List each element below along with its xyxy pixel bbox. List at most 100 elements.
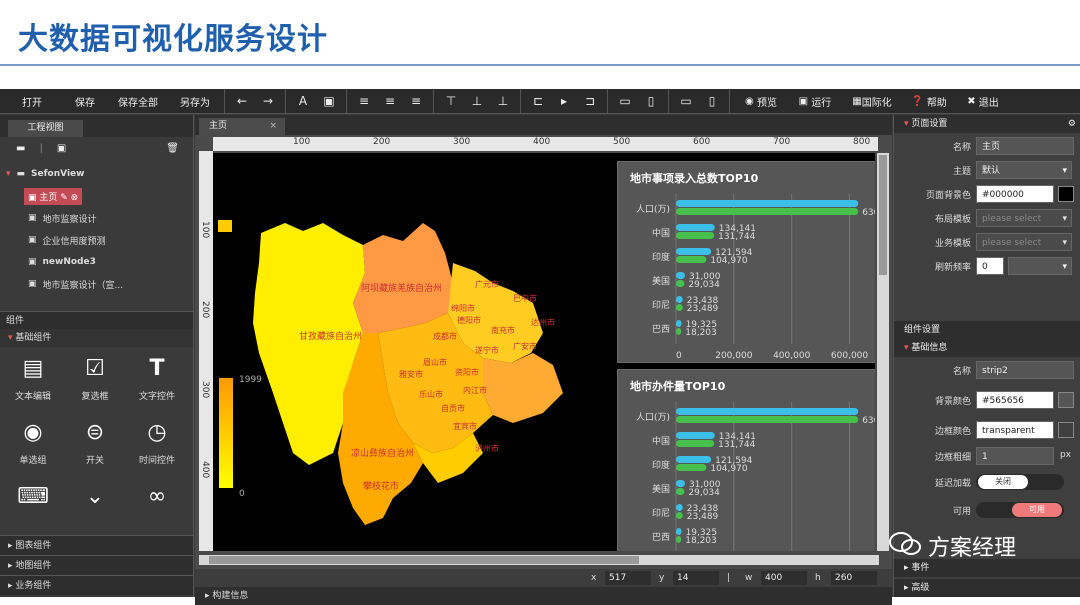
component-text[interactable]: T 文字控件: [126, 355, 188, 419]
ungroup-icon[interactable]: ▯: [699, 89, 725, 114]
tab-home[interactable]: 主页 ×: [199, 118, 285, 135]
help-button[interactable]: ❓ 帮助: [902, 89, 956, 114]
run-button[interactable]: ▣ 运行: [788, 89, 842, 114]
components-header: 组件: [0, 311, 193, 329]
page-settings-header[interactable]: ▾ 页面设置 ⚙: [894, 115, 1080, 133]
page-icon[interactable]: ▣: [57, 143, 66, 154]
theme-select[interactable]: 默认 ▾: [976, 161, 1072, 179]
basic-components-header[interactable]: ▾ 基础组件: [0, 329, 193, 347]
comp-bg-input[interactable]: #565656: [976, 391, 1054, 409]
color-swatch[interactable]: [1058, 422, 1074, 438]
scroll-thumb[interactable]: [879, 155, 887, 275]
undo-icon[interactable]: ←: [229, 89, 255, 114]
exit-button[interactable]: ✖ 退出: [956, 89, 1010, 114]
tree-item[interactable]: ▣ 企业信用度预测: [6, 229, 193, 251]
w-label: w: [745, 573, 753, 583]
w-field[interactable]: 400: [761, 571, 807, 585]
biz-template-select[interactable]: please select ▾: [976, 233, 1072, 251]
chart-panel-1[interactable]: 地市事项录入总数TOP10 人口(万) 630 中国 134,141 131,744 印度…: [617, 161, 875, 363]
component-radio[interactable]: ◉ 单选组: [2, 419, 64, 483]
x-field[interactable]: 517: [605, 571, 651, 585]
gear-icon[interactable]: ⚙: [1068, 115, 1076, 133]
bg-color-icon[interactable]: ▣: [316, 89, 342, 114]
close-icon[interactable]: ×: [269, 118, 277, 135]
page-bg-input[interactable]: #000000: [976, 185, 1054, 203]
x-tick-label: 200,000: [715, 351, 752, 361]
ruler-tick: 600: [693, 137, 711, 147]
same-height-icon[interactable]: ▯: [638, 89, 664, 114]
field-label: 边框颜色: [934, 427, 971, 437]
chart-components-section[interactable]: ▸ 图表组件: [0, 535, 193, 555]
distribute-h-icon[interactable]: ⊏: [525, 89, 551, 114]
save-as-button[interactable]: 另存为: [170, 89, 220, 114]
ruler-tick: 300: [453, 137, 471, 147]
design-area: 主页 × 100 200 300 400 500 600 700 800 100 …: [195, 115, 892, 605]
scroll-thumb[interactable]: [209, 556, 639, 564]
component-switch[interactable]: ⊜ 开关: [64, 419, 126, 483]
component-time[interactable]: ◷ 时间控件: [126, 419, 188, 483]
tree-root-label: SefonView: [31, 169, 85, 179]
y-field[interactable]: 14: [673, 571, 719, 585]
save-all-button[interactable]: 保存全部: [106, 89, 170, 114]
save-button[interactable]: 保存: [64, 89, 106, 114]
same-width-icon[interactable]: ▭: [612, 89, 638, 114]
tab-project-view[interactable]: 工程视图: [8, 120, 83, 137]
layout-template-select[interactable]: please select ▾: [976, 209, 1072, 227]
component-text-edit[interactable]: ▤ 文本编辑: [2, 355, 64, 419]
build-info-section[interactable]: ▸ 构建信息: [195, 587, 892, 605]
bar: [676, 528, 682, 535]
horizontal-scrollbar[interactable]: [199, 555, 879, 565]
tree-item-label: ▣ 主页 ✎ ⊗: [24, 187, 83, 205]
comp-name-input[interactable]: strip2: [976, 361, 1074, 379]
tree-item[interactable]: ▣ newNode3: [6, 251, 193, 273]
field-label: 边框粗细: [934, 453, 971, 463]
open-button[interactable]: 打开: [0, 89, 64, 114]
preview-button[interactable]: ◉ 预览: [734, 89, 788, 114]
advanced-section[interactable]: ▸ 高级: [894, 579, 1080, 597]
align-middle-icon[interactable]: ⊥: [464, 89, 490, 114]
align-top-icon[interactable]: ⊤: [438, 89, 464, 114]
page-bg-row: 页面背景色 #000000: [894, 183, 1080, 205]
page-icon: ▣: [28, 213, 37, 223]
align-center-icon[interactable]: ≡: [377, 89, 403, 114]
distribute-icon[interactable]: ⊐: [577, 89, 603, 114]
sichuan-map[interactable]: 阿坝藏族羌族自治州 甘孜藏族自治州 凉山彝族自治州 攀枝花市 广元市 巴中市 绵…: [213, 153, 623, 551]
enabled-toggle[interactable]: 可用: [976, 502, 1064, 518]
refresh-stepper[interactable]: 0: [976, 257, 1004, 275]
align-right-icon[interactable]: ≡: [403, 89, 429, 114]
map-region-east[interactable]: [483, 353, 563, 423]
distribute-v-icon[interactable]: ▸: [551, 89, 577, 114]
align-left-icon[interactable]: ≡: [351, 89, 377, 114]
chart-panel-2[interactable]: 地市办件量TOP10 人口(万) 630 中国 134,141 131,744 印度 121…: [617, 369, 875, 551]
refresh-unit-select[interactable]: ▾: [1008, 257, 1072, 275]
redo-icon[interactable]: →: [255, 89, 281, 114]
vertical-scrollbar[interactable]: [877, 153, 889, 551]
business-components-section[interactable]: ▸ 业务组件: [0, 575, 193, 595]
comp-border-input[interactable]: transparent: [976, 421, 1054, 439]
design-canvas[interactable]: 阿坝藏族羌族自治州 甘孜藏族自治州 凉山彝族自治州 攀枝花市 广元市 巴中市 绵…: [213, 153, 875, 551]
group-icon[interactable]: ▭: [673, 89, 699, 114]
color-swatch[interactable]: [1058, 392, 1074, 408]
map-components-section[interactable]: ▸ 地图组件: [0, 555, 193, 575]
biz-template-row: 业务模板 please select ▾: [894, 231, 1080, 253]
lazy-load-toggle[interactable]: 关闭: [976, 474, 1064, 490]
tree-item-home[interactable]: ▣ 主页 ✎ ⊗: [6, 185, 193, 207]
tree-item[interactable]: ▣ 地市监察设计: [6, 207, 193, 229]
font-color-icon[interactable]: A: [290, 89, 316, 114]
align-bottom-icon[interactable]: ⊥: [490, 89, 516, 114]
page-name-input[interactable]: 主页: [976, 137, 1074, 155]
folder-icon[interactable]: ▬: [16, 143, 25, 154]
trash-icon[interactable]: 🗑: [166, 143, 179, 154]
tree-item[interactable]: ▣ 地市监察设计（宣...: [6, 273, 193, 295]
h-field[interactable]: 260: [831, 571, 877, 585]
map-label: 眉山市: [423, 357, 447, 367]
map-region-aba[interactable]: [353, 223, 453, 333]
color-swatch[interactable]: [1058, 186, 1074, 202]
border-width-input[interactable]: 1: [976, 447, 1054, 465]
component-checkbox[interactable]: ☑ 复选框: [64, 355, 126, 419]
i18n-button[interactable]: ▦ 国际化: [842, 89, 902, 114]
tree-root[interactable]: ▾ ▬ SefonView: [6, 163, 193, 185]
basic-info-header[interactable]: ▾ 基础信息: [894, 339, 1080, 357]
expand-icon[interactable]: ▾: [6, 169, 11, 179]
page-icon: ▣: [28, 192, 40, 203]
